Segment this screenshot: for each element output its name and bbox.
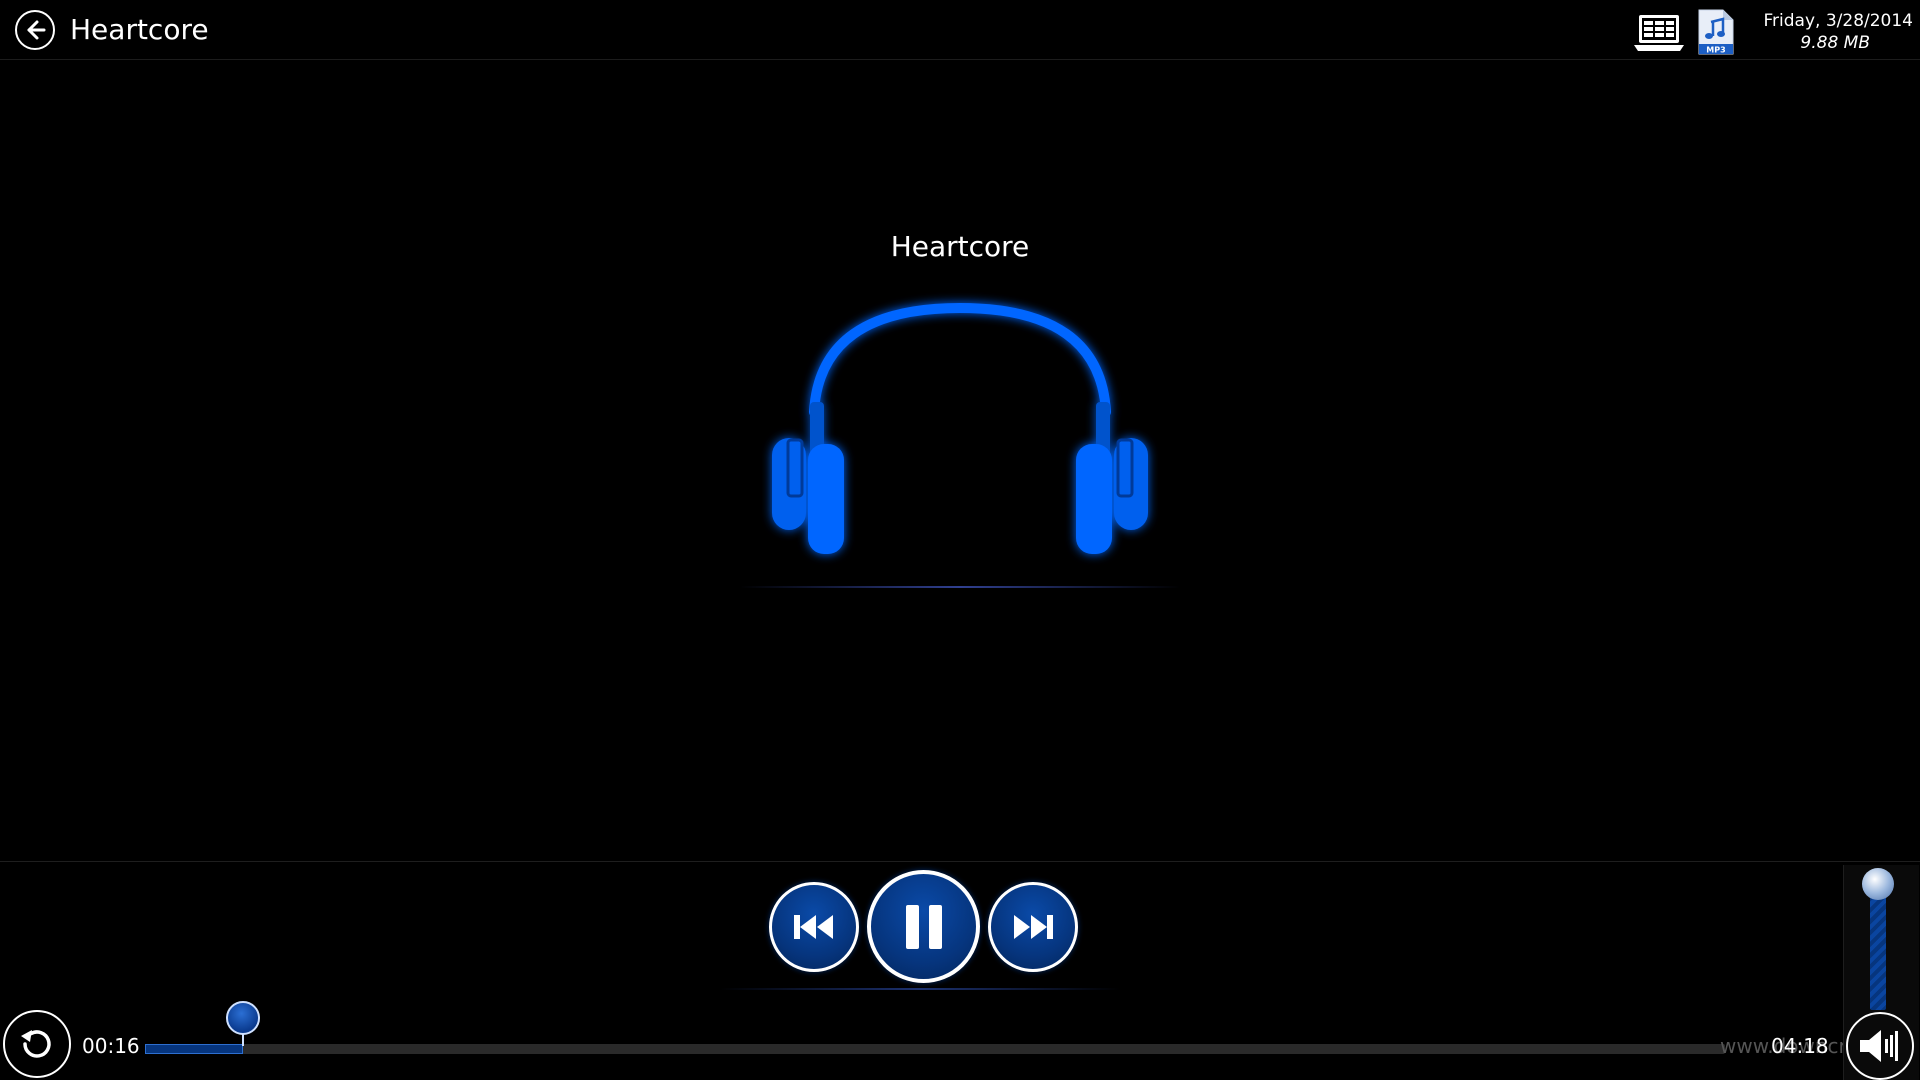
previous-track-button[interactable] — [769, 882, 859, 972]
volume-button[interactable] — [1846, 1012, 1914, 1080]
pause-button[interactable] — [867, 870, 980, 983]
seek-bar-progress — [145, 1044, 243, 1054]
speaker-icon — [1860, 1030, 1898, 1062]
repeat-icon — [21, 1030, 51, 1058]
skip-back-icon — [794, 915, 833, 939]
art-divider — [740, 586, 1180, 588]
volume-thumb[interactable] — [1862, 868, 1894, 900]
skip-forward-icon — [1014, 915, 1053, 939]
seek-thumb[interactable] — [226, 1001, 260, 1035]
seek-bar[interactable] — [145, 1001, 1725, 1054]
controls-divider — [0, 861, 1920, 862]
next-track-button[interactable] — [988, 882, 1078, 972]
mp3-badge-text: MP3 — [1706, 46, 1725, 55]
file-size: 9.88 MB — [1800, 33, 1870, 53]
back-button[interactable] — [15, 10, 55, 50]
laptop-icon[interactable] — [1632, 12, 1686, 58]
repeat-button[interactable] — [3, 1010, 71, 1078]
controls-glow — [720, 988, 1120, 990]
volume-slider[interactable] — [1870, 885, 1886, 1010]
track-title: Heartcore — [890, 230, 1030, 263]
total-time: 04:18 — [1771, 1034, 1829, 1058]
mp3-file-icon: MP3 — [1695, 8, 1737, 60]
back-arrow-icon — [27, 20, 46, 40]
pause-icon — [905, 904, 942, 949]
elapsed-time: 00:16 — [82, 1034, 140, 1058]
headphones-icon — [760, 290, 1160, 574]
seek-thumb-pointer — [242, 1034, 244, 1046]
file-date: Friday, 3/28/2014 — [1763, 11, 1914, 31]
page-title: Heartcore — [70, 13, 209, 46]
